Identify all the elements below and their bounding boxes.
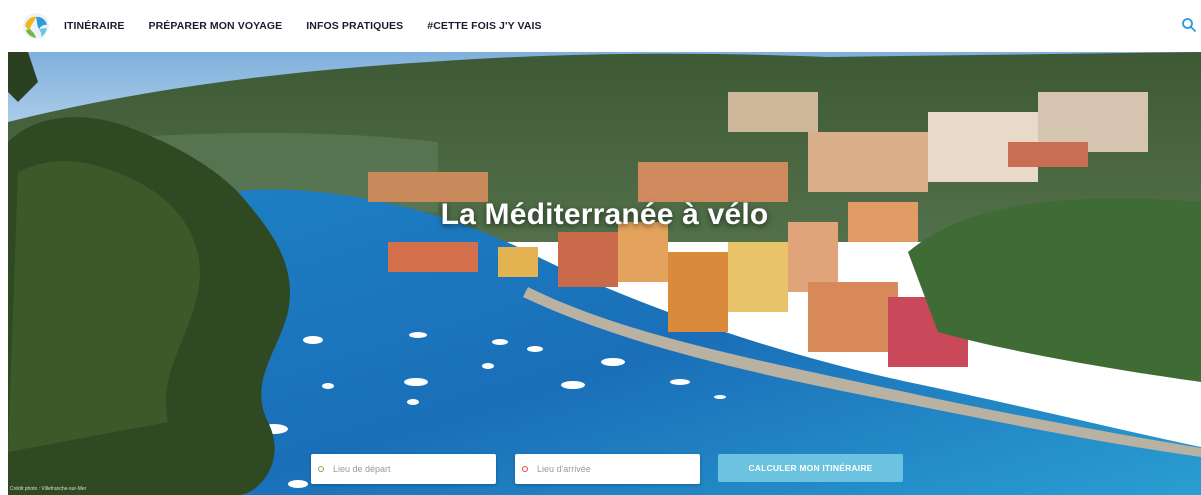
search-icon[interactable]: [1181, 17, 1197, 33]
arrival-input[interactable]: [537, 464, 677, 474]
nav-itineraire[interactable]: ITINÉRAIRE: [64, 20, 125, 32]
arrival-field[interactable]: [515, 454, 700, 484]
nav-cette-fois-jy-vais[interactable]: #CETTE FOIS J'Y VAIS: [427, 20, 541, 32]
photo-credit: Crédit photo : Villefranche-sur-Mer: [10, 486, 87, 492]
site-header: ITINÉRAIRE PRÉPARER MON VOYAGE INFOS PRA…: [0, 0, 1201, 52]
nav-infos-pratiques[interactable]: INFOS PRATIQUES: [306, 20, 403, 32]
hero-banner: La Méditerranée à vélo CALCULER MON ITIN…: [8, 52, 1201, 495]
departure-field[interactable]: [311, 454, 496, 484]
arrival-marker-icon: [522, 466, 528, 472]
coastal-village-harbor-photo: [8, 52, 1201, 495]
cycling-globe-logo-icon: [23, 13, 49, 39]
site-logo[interactable]: [22, 12, 50, 40]
departure-marker-icon: [318, 466, 324, 472]
hero-title: La Méditerranée à vélo: [440, 198, 769, 231]
main-nav: ITINÉRAIRE PRÉPARER MON VOYAGE INFOS PRA…: [64, 0, 566, 52]
nav-preparer-voyage[interactable]: PRÉPARER MON VOYAGE: [149, 20, 283, 32]
departure-input[interactable]: [333, 464, 473, 474]
calculate-itinerary-button[interactable]: CALCULER MON ITINÉRAIRE: [718, 454, 903, 482]
